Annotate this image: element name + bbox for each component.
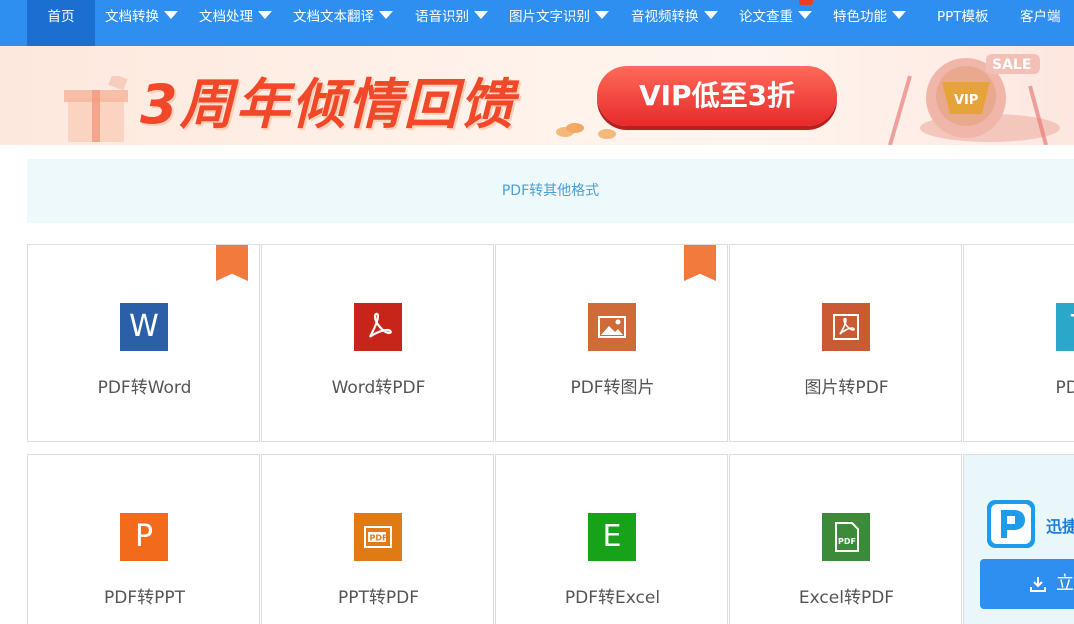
vip-discount-button[interactable]: VIP低至3折 (597, 66, 837, 126)
nav-label: 论文查重 (739, 9, 793, 25)
nav-label: 首页 (47, 9, 75, 25)
word-icon: W (120, 303, 168, 351)
download-icon (1030, 577, 1046, 592)
image-icon (588, 303, 636, 351)
tools-row-1: W PDF转Word Word转PDF PDF转图片 图片转PDF PD (27, 244, 1074, 442)
chevron-down-icon (258, 11, 272, 19)
nav-label: 语音识别 (415, 9, 469, 25)
sale-tag: SALE (992, 57, 1031, 73)
tool-card-pdf-to-ppt[interactable]: P PDF转PPT (27, 454, 260, 624)
nav-document-translation[interactable]: 文档文本翻译 (293, 0, 393, 46)
nav-label: 特色功能 (833, 9, 887, 25)
vip-badge-icon: VIP SALE (888, 54, 1060, 145)
pdf-file-icon: PDF (822, 513, 870, 561)
pdf-acrobat-icon (822, 303, 870, 351)
chevron-down-icon (798, 11, 812, 19)
app-name: 迅捷 (1046, 517, 1074, 536)
tool-card-pdf-to-text[interactable]: T PDF转 (963, 244, 1074, 442)
nav-document-conversion[interactable]: 文档转换 (105, 0, 178, 46)
hot-flame-icon (216, 245, 248, 281)
nav-label: 文档转换 (105, 9, 159, 25)
tool-label: PDF转 (1055, 378, 1074, 398)
pdf-acrobat-icon (354, 303, 402, 351)
tool-card-pdf-to-image[interactable]: PDF转图片 (495, 244, 728, 442)
tool-card-image-to-pdf[interactable]: 图片转PDF (729, 244, 962, 442)
chevron-down-icon (379, 11, 393, 19)
tool-label: PDF转PPT (103, 588, 185, 608)
nav-label: 文档文本翻译 (293, 9, 374, 25)
nav-label: PPT模板 (937, 9, 989, 25)
nav-image-ocr[interactable]: 图片文字识别 (509, 0, 609, 46)
hot-flame-icon (684, 245, 716, 281)
tool-label: Excel转PDF (798, 588, 895, 608)
tool-card-word-to-pdf[interactable]: Word转PDF (261, 244, 494, 442)
tool-card-pdf-to-excel[interactable]: E PDF转Excel (495, 454, 728, 624)
tool-card-excel-to-pdf[interactable]: PDF Excel转PDF (729, 454, 962, 624)
chevron-down-icon (474, 11, 488, 19)
client-download-card: 迅捷 立 (963, 454, 1074, 624)
nav-featured[interactable]: 特色功能 (833, 0, 906, 46)
promo-banner[interactable]: 3周年倾情回馈 VIP低至3折 VIP SALE (0, 46, 1074, 145)
nav-document-processing[interactable]: 文档处理 (199, 0, 272, 46)
chevron-down-icon (703, 11, 718, 19)
nav-plagiarism-check[interactable]: 论文查重 (739, 0, 812, 46)
nav-label: 文档处理 (199, 9, 253, 25)
tool-label: PDF转图片 (570, 378, 655, 398)
nav-home[interactable]: 首页 (27, 0, 95, 46)
chevron-down-icon (595, 11, 609, 19)
app-logo-icon (987, 500, 1035, 548)
chevron-down-icon (892, 11, 906, 19)
tools-row-2: P PDF转PPT PDF PPT转PDF E PDF转Excel PDF Ex… (27, 454, 1074, 624)
nav-label: 图片文字识别 (509, 9, 590, 25)
nav-client[interactable]: 客户端 (1020, 0, 1061, 46)
section-title-bar: PDF转其他格式 (27, 159, 1074, 223)
tool-label: 图片转PDF (804, 378, 889, 398)
pdf-file-label: PDF (838, 537, 856, 546)
pdf-file-icon: PDF (354, 513, 402, 561)
new-badge (799, 0, 813, 5)
top-nav: 首页 文档转换 文档处理 文档文本翻译 语音识别 图片文字识别 音视频转换 论文… (0, 0, 1074, 46)
tool-label: PDF转Word (97, 378, 192, 398)
tool-label: PPT转PDF (337, 588, 419, 608)
excel-icon: E (588, 513, 636, 561)
tool-card-ppt-to-pdf[interactable]: PDF PPT转PDF (261, 454, 494, 624)
chevron-down-icon (164, 11, 178, 19)
pdf-file-label: PDF (370, 534, 388, 543)
nav-label: 音视频转换 (631, 9, 699, 25)
nav-label: 客户端 (1020, 9, 1061, 25)
nav-av-conversion[interactable]: 音视频转换 (631, 0, 718, 46)
tool-label: Word转PDF (331, 378, 426, 398)
nav-ppt-templates[interactable]: PPT模板 (937, 0, 989, 46)
vip-tag: VIP (954, 93, 978, 108)
tool-label: PDF转Excel (564, 588, 661, 608)
download-label: 立 (1056, 573, 1074, 594)
gift-box-icon (64, 76, 128, 142)
ppt-icon: P (120, 513, 168, 561)
download-button[interactable]: 立 (980, 559, 1074, 609)
tool-card-pdf-to-word[interactable]: W PDF转Word (27, 244, 260, 442)
banner-title: 3周年倾情回馈 (140, 73, 516, 136)
text-icon: T (1056, 303, 1074, 351)
nav-speech-recognition[interactable]: 语音识别 (415, 0, 488, 46)
section-title: PDF转其他格式 (501, 183, 600, 199)
